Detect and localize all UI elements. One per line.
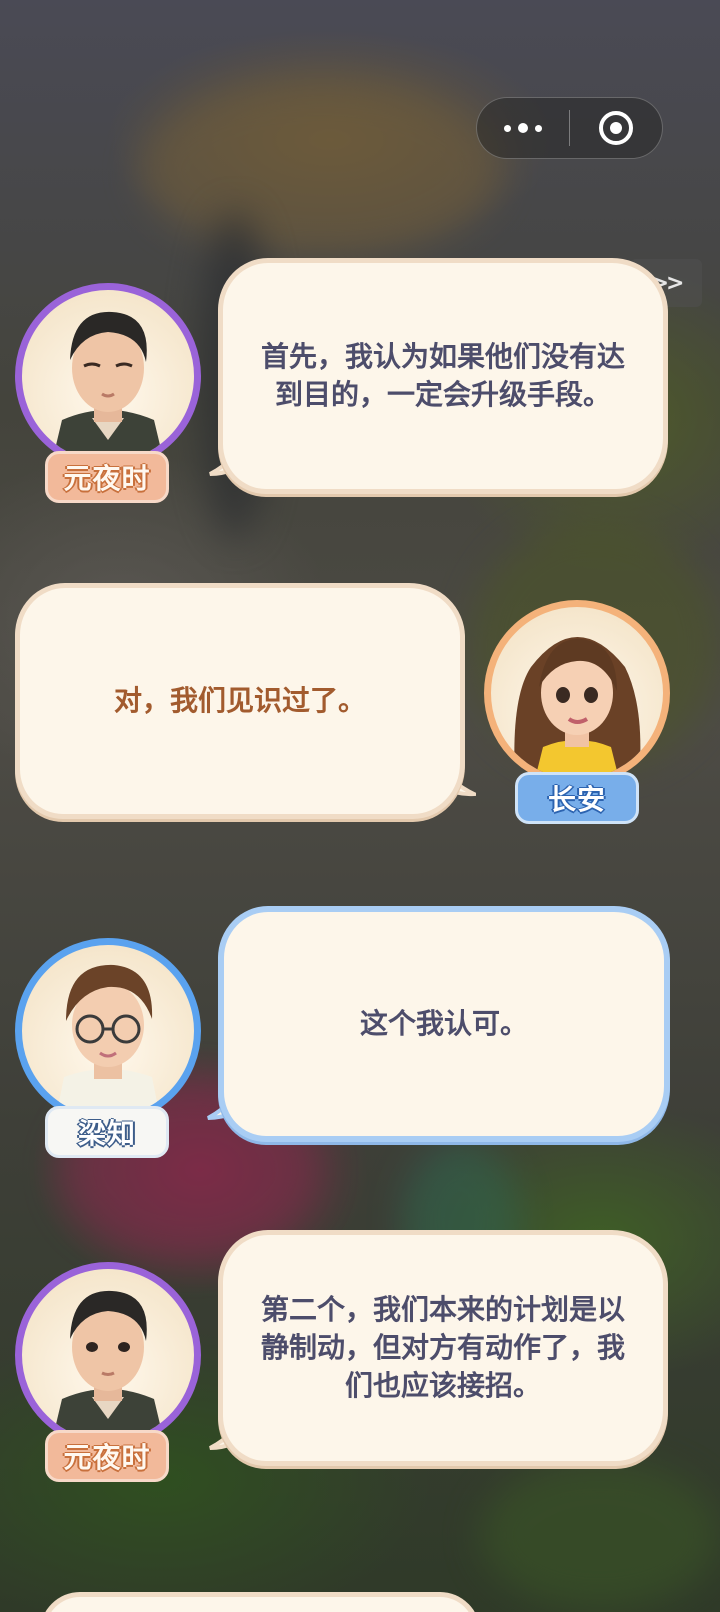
avatar-frame [15, 938, 201, 1124]
dialogue-text: 对，我们见识过了。 [113, 684, 366, 717]
avatar-frame [484, 600, 670, 786]
dialogue-text: 这个我认可。 [359, 1007, 528, 1040]
dialogue-text: 第二个，我们本来的计划是以静制动，但对方有动作了，我们也应该接招。 [260, 1293, 625, 1402]
speaker-nameplate: 元夜时 [45, 451, 169, 503]
dialogue-text: 首先，我认为如果他们没有达到目的，一定会升级手段。 [260, 340, 625, 411]
avatar-frame [15, 283, 201, 469]
speaker-avatar-liangzhi: 梁知 [15, 938, 201, 1158]
character-portrait [52, 311, 164, 462]
target-circle-icon[interactable] [570, 98, 662, 158]
speaker-avatar-yuanyeshi: 元夜时 [15, 1262, 201, 1482]
more-dots-icon[interactable] [477, 98, 569, 158]
speaker-nameplate: 元夜时 [45, 1430, 169, 1482]
speaker-nameplate: 长安 [515, 772, 639, 824]
menu-capsule [476, 97, 663, 159]
avatar-frame [15, 1262, 201, 1448]
character-portrait [56, 964, 160, 1117]
speaker-avatar-yuanyeshi: 元夜时 [15, 283, 201, 503]
next-bubble-edge [40, 1592, 480, 1612]
dialogue-bubble[interactable]: 第二个，我们本来的计划是以静制动，但对方有动作了，我们也应该接招。 [218, 1230, 668, 1466]
speaker-avatar-changan: 长安 [484, 600, 670, 824]
dialogue-bubble[interactable]: 这个我认可。 [218, 906, 670, 1142]
dialogue-bubble[interactable]: 对，我们见识过了。 [15, 583, 465, 819]
dialogue-bubble[interactable]: 首先，我认为如果他们没有达到目的，一定会升级手段。 [218, 258, 668, 494]
character-portrait [514, 637, 641, 779]
character-portrait [52, 1290, 164, 1441]
speaker-nameplate: 梁知 [45, 1106, 169, 1158]
